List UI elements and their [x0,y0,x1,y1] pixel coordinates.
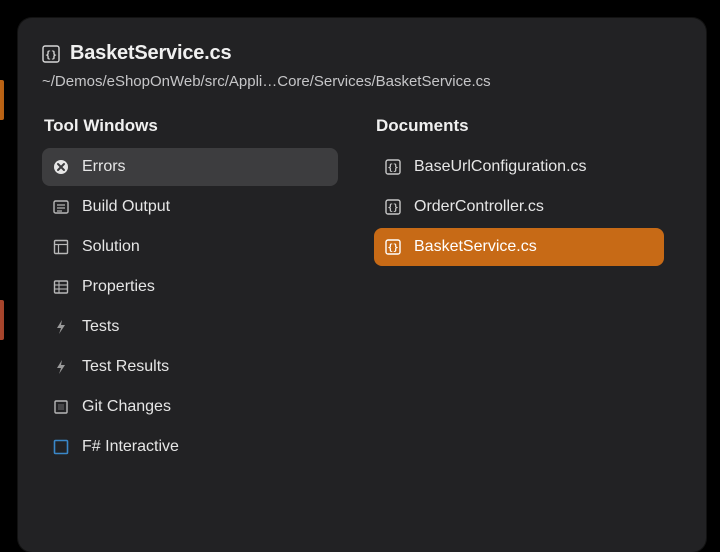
tool-windows-column: Tool Windows Errors Build Output Solutio… [42,116,338,468]
documents-column: Documents {} BaseUrlConfiguration.cs {} … [374,116,664,468]
item-label: Tests [82,318,119,336]
header: {} BasketService.cs [42,42,686,65]
item-label: Git Changes [82,398,171,416]
document-item-selected[interactable]: {} BasketService.cs [374,228,664,266]
tool-window-build-output[interactable]: Build Output [42,188,338,226]
fsharp-icon [52,438,70,456]
cs-file-icon: {} [384,158,402,176]
document-item[interactable]: {} BaseUrlConfiguration.cs [374,148,664,186]
solution-icon [52,238,70,256]
svg-text:{}: {} [388,244,399,254]
item-label: Solution [82,238,140,256]
item-label: OrderController.cs [414,198,544,216]
cs-file-icon: {} [384,238,402,256]
svg-text:{}: {} [45,50,57,61]
cs-file-icon: {} [42,45,60,63]
tool-window-git-changes[interactable]: Git Changes [42,388,338,426]
tool-window-errors[interactable]: Errors [42,148,338,186]
tool-window-solution[interactable]: Solution [42,228,338,266]
tool-window-tests[interactable]: Tests [42,308,338,346]
error-circle-icon [52,158,70,176]
git-icon [52,398,70,416]
item-label: BaseUrlConfiguration.cs [414,158,587,176]
tool-window-fsharp-interactive[interactable]: F# Interactive [42,428,338,466]
item-label: Build Output [82,198,170,216]
item-label: BasketService.cs [414,238,537,256]
file-path: ~/Demos/eShopOnWeb/src/Appli…Core/Servic… [42,73,686,90]
bolt-icon [52,358,70,376]
document-item[interactable]: {} OrderController.cs [374,188,664,226]
documents-title: Documents [374,116,664,136]
tool-window-properties[interactable]: Properties [42,268,338,306]
item-label: Properties [82,278,155,296]
file-title: BasketService.cs [70,42,231,65]
bolt-icon [52,318,70,336]
svg-text:{}: {} [388,164,399,174]
tool-windows-title: Tool Windows [42,116,338,136]
tool-window-test-results[interactable]: Test Results [42,348,338,386]
output-icon [52,198,70,216]
item-label: F# Interactive [82,438,179,456]
svg-text:{}: {} [388,204,399,214]
columns: Tool Windows Errors Build Output Solutio… [42,116,686,468]
properties-icon [52,278,70,296]
item-label: Test Results [82,358,169,376]
switcher-popup: {} BasketService.cs ~/Demos/eShopOnWeb/s… [18,18,706,552]
cs-file-icon: {} [384,198,402,216]
item-label: Errors [82,158,126,176]
